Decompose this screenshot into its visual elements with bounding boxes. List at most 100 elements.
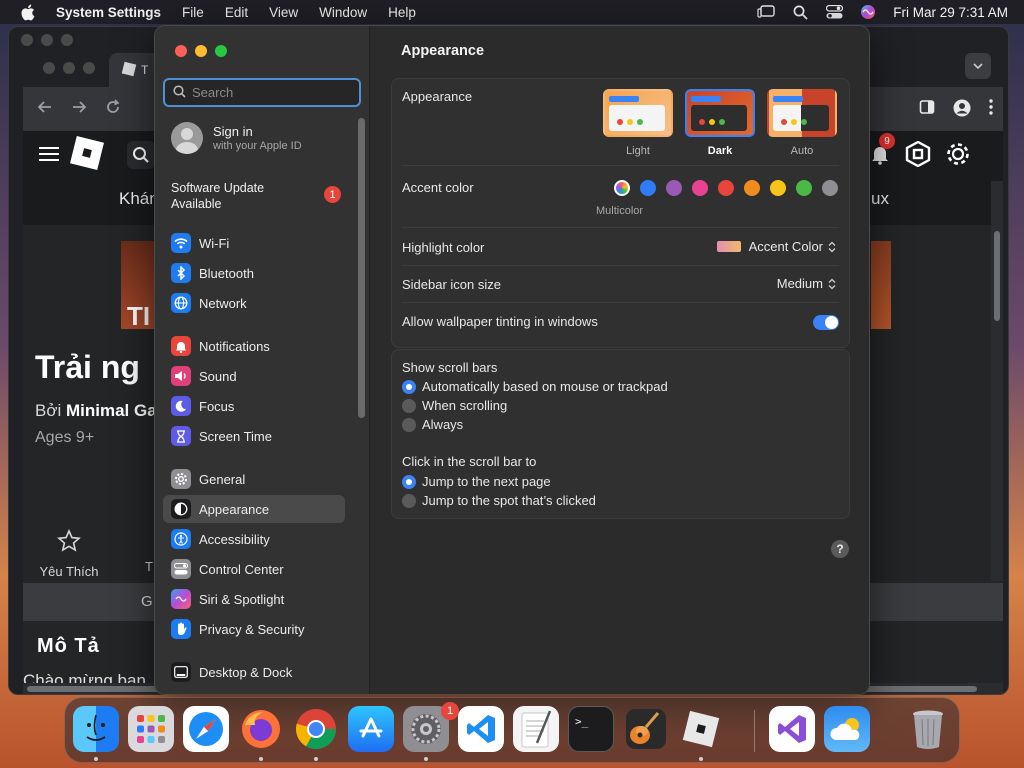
tab-search-chevron-icon[interactable] — [965, 53, 991, 79]
click-jump-spot-radio[interactable]: Jump to the spot that’s clicked — [402, 493, 596, 508]
weather-cloud-sun-icon — [830, 718, 860, 740]
menu-view[interactable]: View — [269, 5, 298, 20]
zoom-window-button[interactable] — [215, 45, 227, 57]
menu-edit[interactable]: Edit — [225, 5, 248, 20]
sidebar-item-notifications[interactable]: Notifications — [163, 332, 345, 360]
page-vertical-scrollbar[interactable] — [991, 181, 1003, 581]
close-window-button[interactable] — [175, 45, 187, 57]
hamburger-menu-icon[interactable] — [39, 145, 59, 168]
apple-logo-icon[interactable] — [20, 3, 38, 21]
accessibility-icon — [171, 529, 191, 549]
accent-green-swatch[interactable] — [796, 180, 812, 196]
dock-chrome[interactable] — [293, 706, 339, 752]
app-store-icon — [359, 717, 383, 738]
dock-weather[interactable] — [824, 706, 870, 752]
dock-trash[interactable] — [905, 706, 951, 752]
dock-roblox[interactable] — [678, 706, 724, 752]
menu-help[interactable]: Help — [388, 5, 416, 20]
sidebar-item-siri-spotlight[interactable]: Siri & Spotlight — [163, 585, 345, 613]
settings-search-field[interactable] — [163, 78, 361, 107]
dock-visual-studio[interactable] — [769, 706, 815, 752]
page-vertical-scroll-thumb[interactable] — [994, 231, 1000, 321]
accent-yellow-swatch[interactable] — [770, 180, 786, 196]
roblox-logo-icon[interactable] — [70, 136, 104, 170]
appearance-option-auto[interactable]: Auto — [766, 89, 838, 157]
dock-vscode[interactable] — [458, 706, 504, 752]
site-search-icon[interactable] — [127, 141, 155, 169]
menu-file[interactable]: File — [182, 5, 204, 20]
dock-launchpad[interactable] — [128, 706, 174, 752]
forward-arrow-icon[interactable] — [71, 99, 87, 120]
menu-app-name[interactable]: System Settings — [56, 5, 161, 20]
highlight-color-popup[interactable]: Accent Color — [716, 239, 837, 254]
side-panel-icon[interactable] — [919, 99, 935, 120]
site-nav-right[interactable]: ux — [871, 189, 889, 209]
accent-purple-swatch[interactable] — [666, 180, 682, 196]
sidebar-item-privacy-security[interactable]: Privacy & Security — [163, 615, 345, 643]
accent-graphite-swatch[interactable] — [822, 180, 838, 196]
site-nav-discover[interactable]: Khán — [119, 189, 159, 209]
stage-manager-icon[interactable] — [757, 4, 775, 20]
click-jump-next-page-radio[interactable]: Jump to the next page — [402, 474, 551, 489]
divider — [402, 227, 839, 228]
scroll-bars-automatic-radio[interactable]: Automatically based on mouse or trackpad — [402, 379, 668, 394]
software-update-item[interactable]: Software Update Available 1 — [171, 180, 341, 212]
dock-terminal[interactable]: >_ — [568, 706, 614, 752]
wallpaper-tinting-toggle[interactable] — [813, 315, 839, 330]
reload-icon[interactable] — [105, 99, 121, 120]
sidebar-item-network[interactable]: Network — [163, 289, 345, 317]
dock-finder[interactable] — [73, 706, 119, 752]
appearance-option-light[interactable]: Light — [602, 89, 674, 157]
sidebar-item-desktop-dock[interactable]: Desktop & Dock — [163, 658, 345, 686]
sidebar-item-screen-time[interactable]: Screen Time — [163, 422, 345, 450]
appearance-option-label: Dark — [707, 145, 733, 157]
site-settings-gear-icon[interactable] — [945, 141, 971, 170]
accent-orange-swatch[interactable] — [744, 180, 760, 196]
scroll-bars-when-scrolling-radio[interactable]: When scrolling — [402, 398, 507, 413]
game-creator-name[interactable]: Minimal Ga — [66, 401, 157, 420]
siri-icon[interactable] — [859, 4, 877, 20]
menu-bar-clock[interactable]: Fri Mar 29 7:31 AM — [893, 5, 1008, 20]
accent-blue-swatch[interactable] — [640, 180, 656, 196]
settings-search-input[interactable] — [192, 85, 352, 100]
visual-studio-icon — [778, 715, 806, 743]
divider — [402, 302, 839, 303]
sidebar-item-control-center[interactable]: Control Center — [163, 555, 345, 583]
minimize-window-button[interactable] — [195, 45, 207, 57]
sidebar-item-appearance[interactable]: Appearance — [163, 495, 345, 523]
browser-window-controls[interactable] — [43, 62, 95, 74]
robux-icon[interactable] — [905, 140, 931, 170]
accent-pink-swatch[interactable] — [692, 180, 708, 196]
sidebar-item-wifi[interactable]: Wi-Fi — [163, 229, 345, 257]
wifi-icon — [171, 233, 191, 253]
radio-unselected-icon — [402, 493, 416, 508]
dock-app-store[interactable] — [348, 706, 394, 752]
sidebar-item-general[interactable]: General — [163, 465, 345, 493]
game-thumbnail-right[interactable] — [871, 241, 891, 329]
appearance-option-dark[interactable]: Dark — [684, 89, 756, 157]
dock-firefox[interactable] — [238, 706, 284, 752]
control-center-icon[interactable] — [825, 4, 843, 20]
sidebar-scrollbar[interactable] — [358, 118, 365, 418]
sidebar-item-bluetooth[interactable]: Bluetooth — [163, 259, 345, 287]
dock-safari[interactable] — [183, 706, 229, 752]
follow-button-label[interactable]: T — [145, 559, 153, 574]
browser-menu-icon[interactable] — [989, 99, 993, 120]
favorite-button[interactable]: Yêu Thích — [37, 529, 101, 579]
wallpaper-tinting-label: Allow wallpaper tinting in windows — [402, 314, 598, 329]
profile-icon[interactable] — [953, 99, 971, 120]
accent-multicolor-swatch[interactable] — [614, 180, 630, 196]
apple-id-sign-in[interactable]: Sign in with your Apple ID — [171, 122, 302, 154]
spotlight-search-icon[interactable] — [791, 4, 809, 20]
menu-window[interactable]: Window — [319, 5, 367, 20]
help-button[interactable]: ? — [831, 540, 849, 558]
dock-garageband[interactable] — [623, 706, 669, 752]
sidebar-item-sound[interactable]: Sound — [163, 362, 345, 390]
accent-red-swatch[interactable] — [718, 180, 734, 196]
scroll-bars-always-radio[interactable]: Always — [402, 417, 463, 432]
dock-textedit[interactable] — [513, 706, 559, 752]
back-arrow-icon[interactable] — [37, 99, 53, 120]
sidebar-item-accessibility[interactable]: Accessibility — [163, 525, 345, 553]
sidebar-icon-size-popup[interactable]: Medium — [777, 276, 837, 291]
sidebar-item-focus[interactable]: Focus — [163, 392, 345, 420]
